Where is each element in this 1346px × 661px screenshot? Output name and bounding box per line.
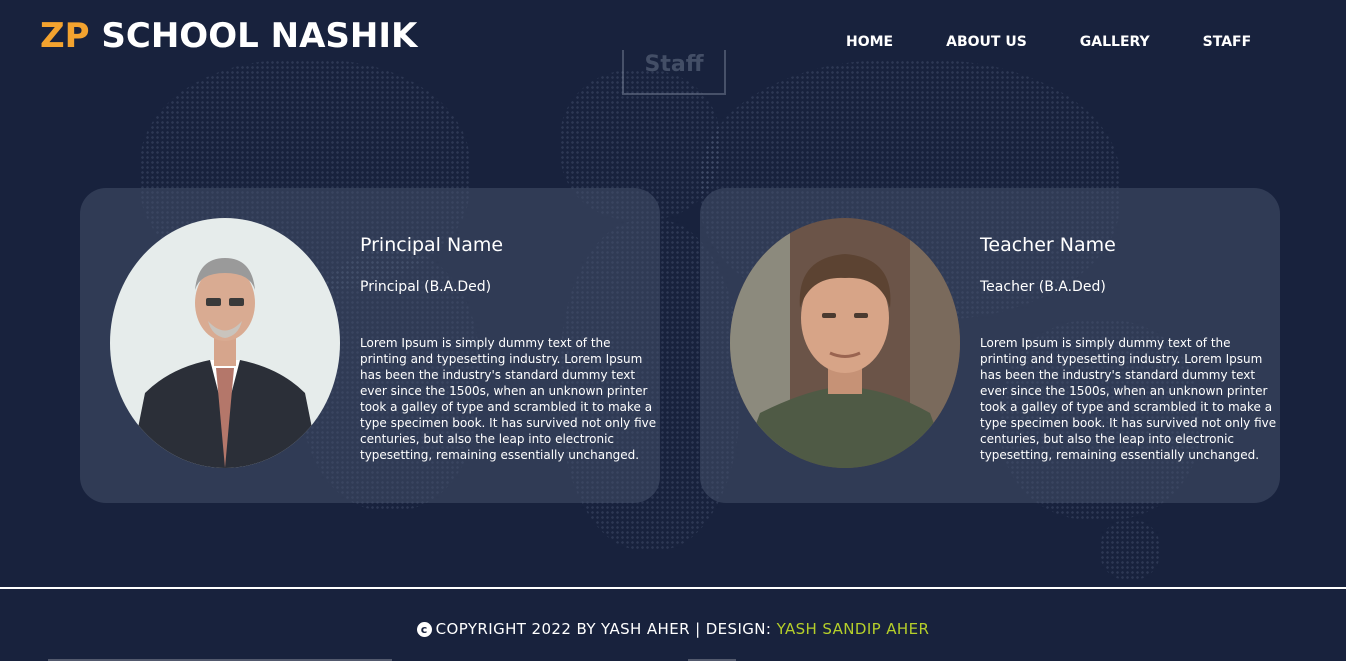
- teacher-photo: [730, 218, 960, 468]
- staff-name: Teacher Name: [980, 234, 1116, 256]
- principal-portrait-icon: [110, 218, 340, 468]
- nav-home[interactable]: HOME: [846, 33, 893, 51]
- site-logo[interactable]: ZP SCHOOL NASHIK: [40, 14, 417, 58]
- footer-divider: [0, 587, 1346, 589]
- staff-card-teacher: Teacher Name Teacher (B.A.Ded) Lorem Ips…: [700, 188, 1280, 503]
- copyright-text: COPYRIGHT 2022 BY YASH AHER | DESIGN:: [435, 620, 777, 638]
- nav-staff[interactable]: STAFF: [1203, 33, 1252, 51]
- staff-card-principal: Principal Name Principal (B.A.Ded) Lorem…: [80, 188, 660, 503]
- nav-about-us[interactable]: ABOUT US: [946, 33, 1027, 51]
- nav-gallery[interactable]: GALLERY: [1080, 33, 1150, 51]
- brand-name: SCHOOL NASHIK: [89, 16, 418, 56]
- staff-description: Lorem Ipsum is simply dummy text of the …: [980, 336, 1277, 462]
- staff-name: Principal Name: [360, 234, 504, 256]
- principal-photo: [110, 218, 340, 468]
- staff-description: Lorem Ipsum is simply dummy text of the …: [360, 336, 657, 462]
- copyright-icon: c: [416, 622, 432, 637]
- section-heading: Staff: [622, 50, 726, 95]
- designer-link[interactable]: YASH SANDIP AHER: [777, 620, 930, 638]
- staff-role: Teacher (B.A.Ded): [980, 279, 1106, 295]
- brand-prefix: ZP: [40, 16, 90, 56]
- teacher-portrait-icon: [730, 218, 960, 468]
- footer: c COPYRIGHT 2022 BY YASH AHER | DESIGN: Y…: [0, 618, 1346, 640]
- main-nav: HOME ABOUT US GALLERY STAFF: [846, 33, 1251, 51]
- staff-role: Principal (B.A.Ded): [360, 279, 492, 295]
